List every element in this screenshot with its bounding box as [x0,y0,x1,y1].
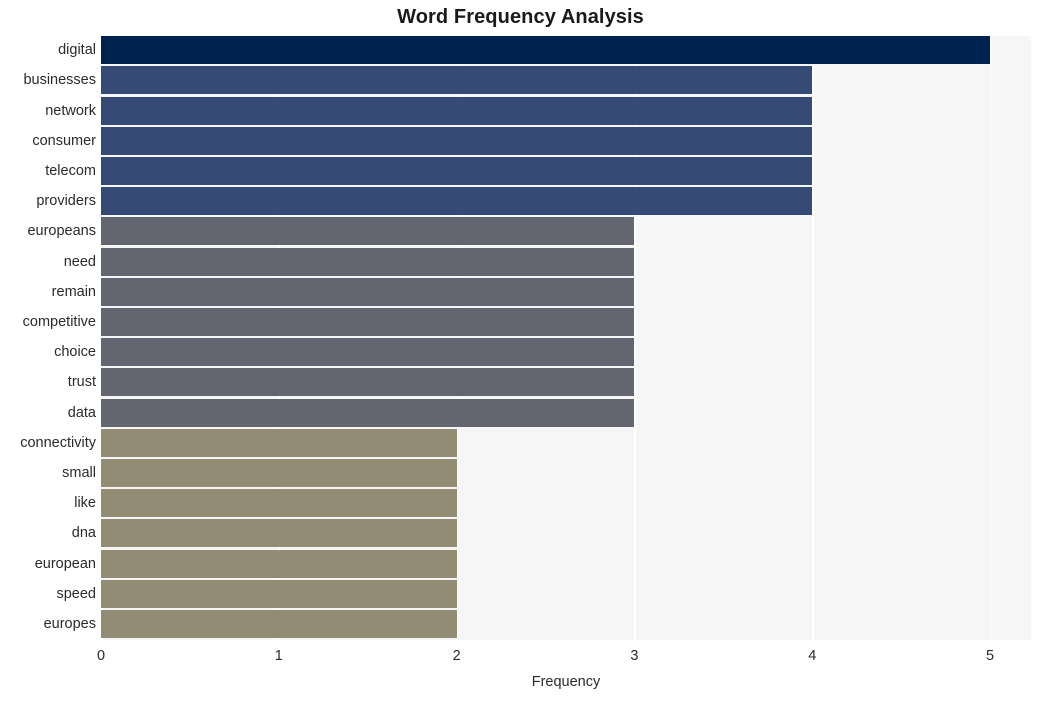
bar [101,156,813,185]
y-tick-label: remain [51,283,96,300]
y-tick-label: like [74,495,96,512]
chart-title: Word Frequency Analysis [397,6,644,28]
bar [101,247,635,276]
bar [101,96,813,125]
y-axis-tick-labels: digital businesses network consumer telecom p… [0,36,96,640]
x-tick-label: 3 [630,648,639,664]
bar [101,338,635,367]
x-tick-label: 4 [808,648,817,664]
bar [101,609,457,638]
y-tick-label: need [63,253,96,270]
bar [101,428,457,457]
bar [101,579,457,608]
y-tick-label: data [67,404,96,421]
bar [101,36,991,65]
y-tick-label: telecom [45,162,96,179]
bar [101,307,635,336]
y-tick-label: europeans [27,223,96,240]
x-tick-label: 1 [274,648,283,664]
bar [101,187,813,216]
y-tick-label: choice [54,344,96,361]
x-tick-label: 0 [96,648,106,664]
y-tick-label: speed [56,585,96,602]
bar [101,217,635,246]
y-tick-label: businesses [23,72,96,89]
x-tick-label: 2 [452,648,461,664]
bar [101,519,457,548]
y-tick-label: consumer [32,132,96,149]
bar [101,398,635,427]
y-tick-label: europes [43,615,96,632]
bar [101,458,457,487]
y-tick-label: providers [36,193,96,210]
gridline-x-5 [990,36,992,640]
y-tick-label: dna [71,525,96,542]
y-tick-label: competitive [22,313,96,330]
x-axis-tick-labels: 0 1 2 3 4 5 [0,640,1041,670]
x-tick-label: 5 [986,648,995,664]
y-tick-label: european [34,555,96,572]
gridline-x-4 [812,36,814,640]
chart-figure: Word Frequency Analysis digital businesse… [0,0,1041,701]
y-tick-label: small [62,464,96,481]
y-tick-label: network [45,102,96,119]
bar [101,126,813,155]
bar [101,66,813,95]
bar [101,489,457,518]
y-tick-label: connectivity [20,434,96,451]
x-axis-title: Frequency [531,674,601,690]
plot-area [101,36,1031,640]
bar [101,549,457,578]
bar [101,277,635,306]
y-tick-label: digital [58,42,96,59]
bar [101,368,635,397]
y-tick-label: trust [67,374,96,391]
